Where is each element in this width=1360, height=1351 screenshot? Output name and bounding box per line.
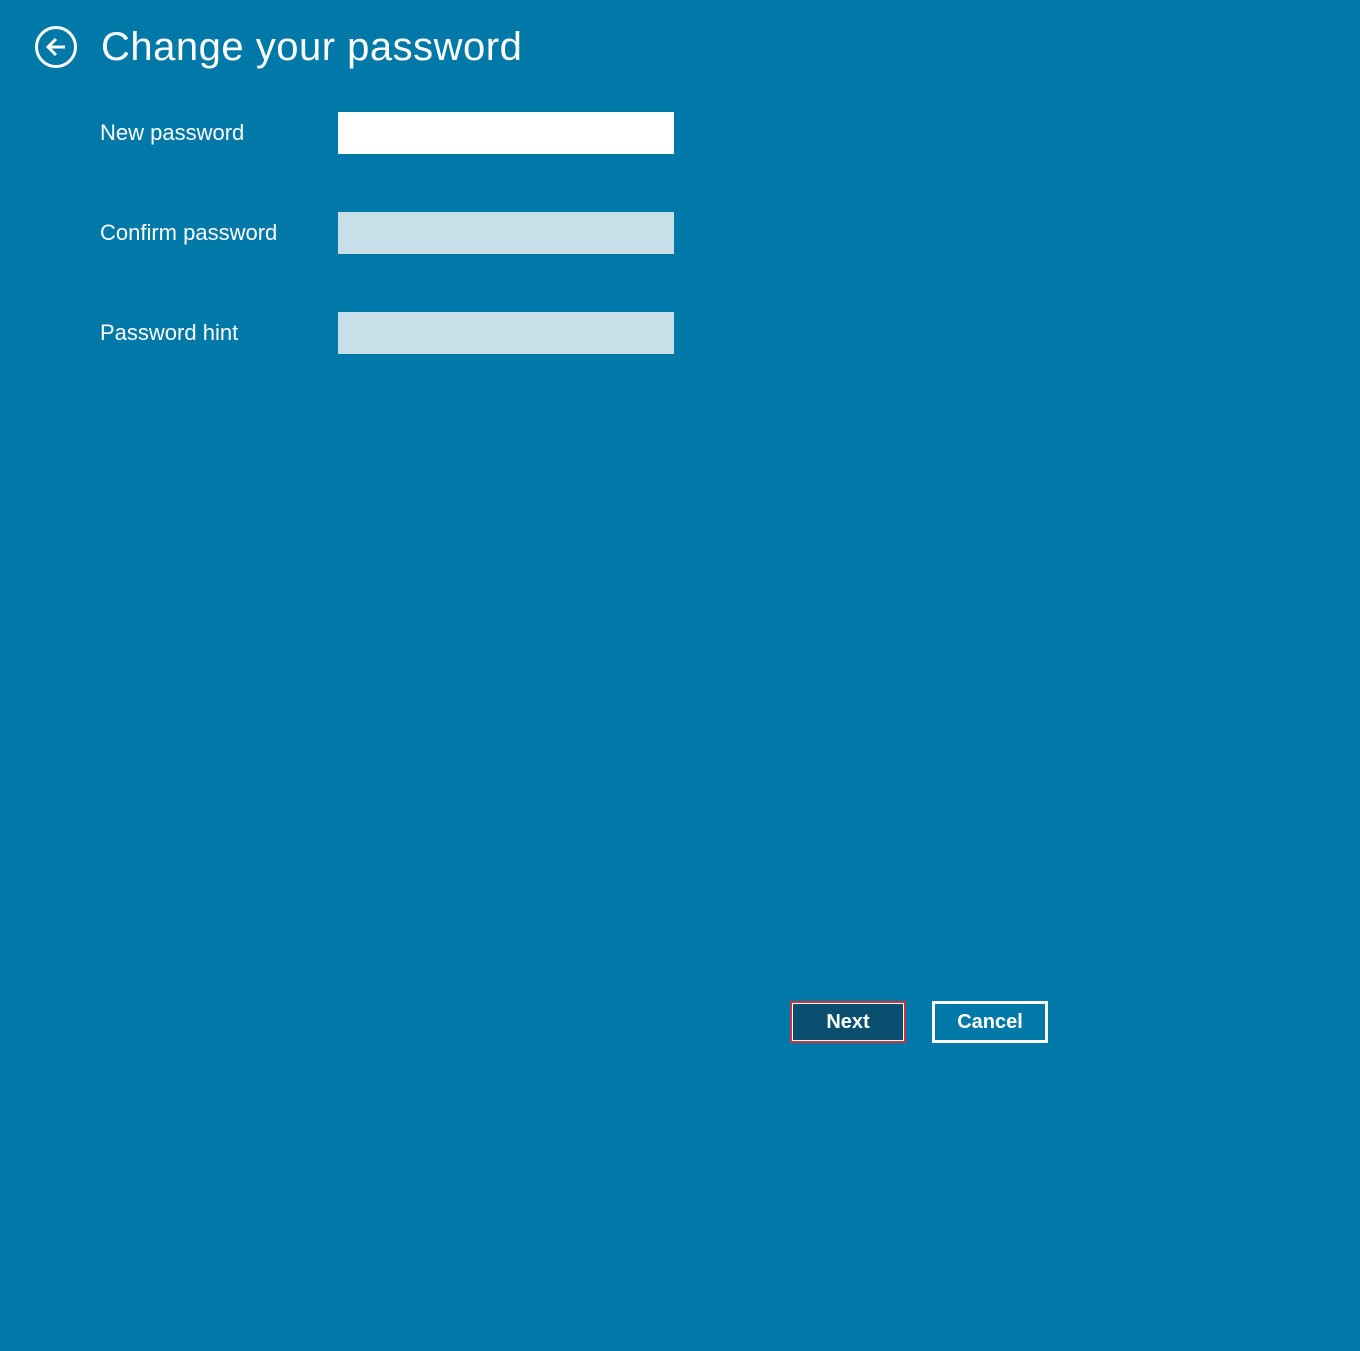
footer-buttons: Next Cancel [790,1001,1048,1043]
next-button[interactable]: Next [790,1001,906,1043]
password-hint-row: Password hint [100,312,674,354]
confirm-password-row: Confirm password [100,212,674,254]
password-hint-input[interactable] [338,312,674,354]
confirm-password-label: Confirm password [100,220,338,246]
page-title: Change your password [101,27,522,67]
cancel-button[interactable]: Cancel [932,1001,1048,1043]
password-hint-label: Password hint [100,320,338,346]
password-form: New password Confirm password Password h… [100,112,674,412]
new-password-input[interactable] [338,112,674,154]
arrow-left-icon [45,36,67,58]
new-password-row: New password [100,112,674,154]
confirm-password-input[interactable] [338,212,674,254]
back-button[interactable] [35,26,77,68]
new-password-label: New password [100,120,338,146]
header: Change your password [35,26,522,68]
